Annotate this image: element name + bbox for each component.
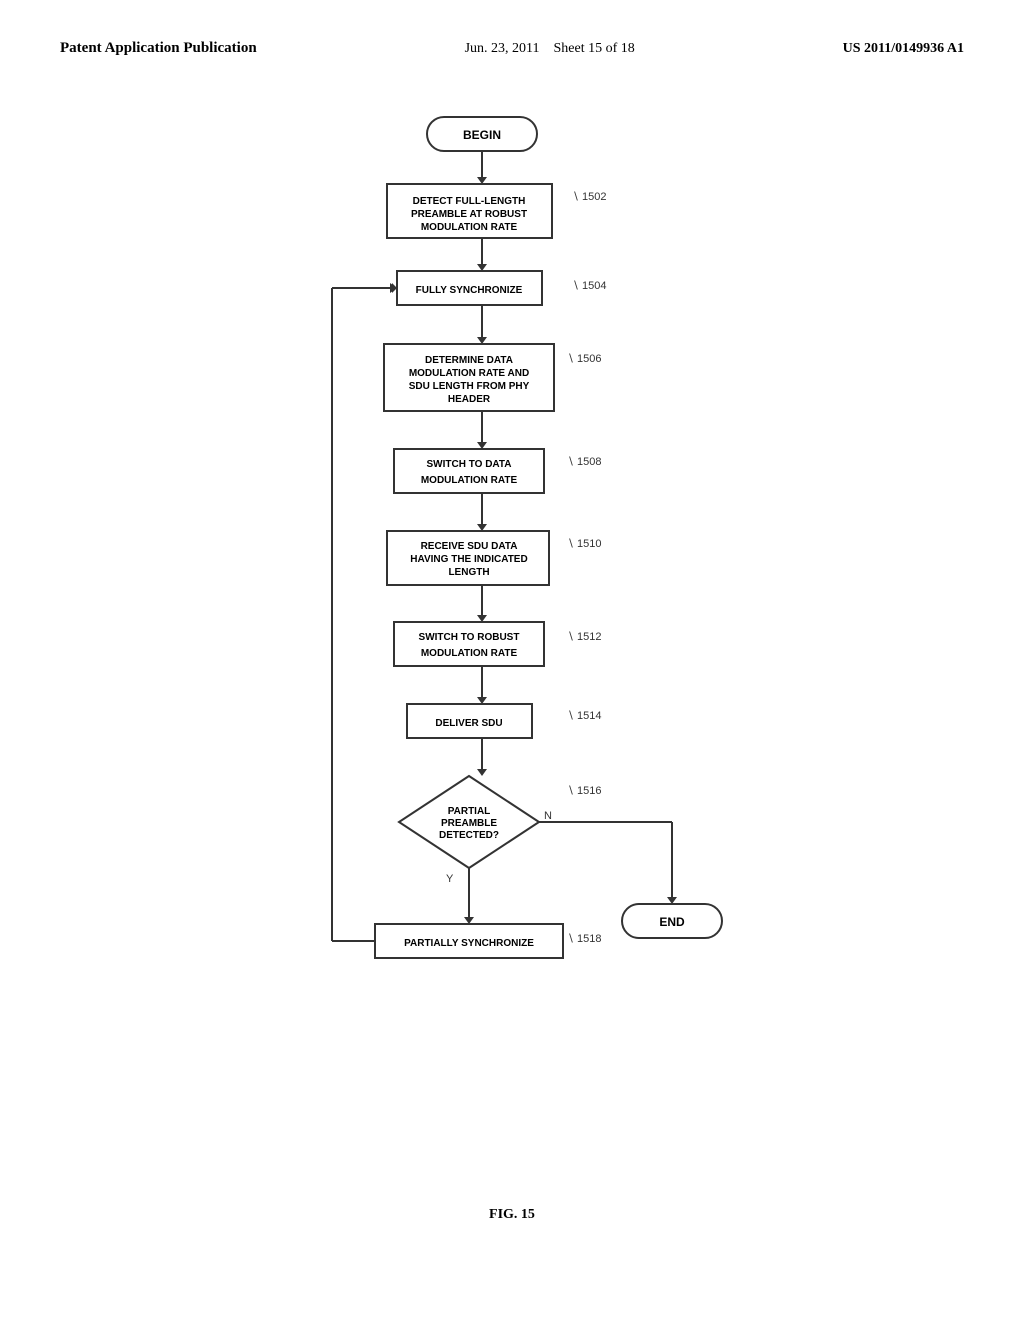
- svg-text:PREAMBLE: PREAMBLE: [441, 818, 497, 829]
- svg-text:MODULATION RATE: MODULATION RATE: [421, 475, 518, 486]
- svg-text:N: N: [544, 810, 552, 822]
- svg-text:∖ 1518: ∖ 1518: [567, 933, 602, 945]
- svg-text:∖ 1512: ∖ 1512: [567, 631, 602, 643]
- svg-text:HEADER: HEADER: [448, 394, 491, 405]
- svg-text:DELIVER SDU: DELIVER SDU: [435, 718, 502, 729]
- svg-text:HAVING THE INDICATED: HAVING THE INDICATED: [410, 554, 527, 565]
- svg-text:PARTIALLY SYNCHRONIZE: PARTIALLY SYNCHRONIZE: [404, 938, 534, 949]
- header-date: Jun. 23, 2011: [465, 41, 540, 56]
- flowchart-svg: BEGIN ∖ 1502 DETECT FULL-LENGTH PREAMBLE…: [232, 97, 792, 1177]
- svg-text:∖ 1508: ∖ 1508: [567, 456, 602, 468]
- svg-text:MODULATION RATE: MODULATION RATE: [421, 648, 518, 659]
- diagram-container: BEGIN ∖ 1502 DETECT FULL-LENGTH PREAMBLE…: [60, 97, 964, 1223]
- svg-text:DETECTED?: DETECTED?: [439, 830, 499, 841]
- svg-text:PARTIAL: PARTIAL: [448, 806, 491, 817]
- figure-caption: FIG. 15: [489, 1207, 535, 1223]
- header-sheet: Sheet 15 of 18: [554, 41, 635, 56]
- svg-text:PREAMBLE AT ROBUST: PREAMBLE AT ROBUST: [411, 209, 527, 220]
- svg-text:LENGTH: LENGTH: [448, 567, 489, 578]
- svg-text:DETERMINE DATA: DETERMINE DATA: [425, 355, 513, 366]
- header-date-sheet: Jun. 23, 2011 Sheet 15 of 18: [465, 41, 635, 57]
- svg-text:FULLY SYNCHRONIZE: FULLY SYNCHRONIZE: [416, 285, 523, 296]
- svg-text:∖ 1510: ∖ 1510: [567, 538, 602, 550]
- svg-text:∖ 1502: ∖ 1502: [572, 191, 607, 203]
- svg-text:SWITCH TO ROBUST: SWITCH TO ROBUST: [419, 632, 520, 643]
- svg-text:Y: Y: [446, 873, 454, 885]
- header-publication-title: Patent Application Publication: [60, 40, 257, 57]
- svg-text:BEGIN: BEGIN: [463, 128, 501, 142]
- svg-text:RECEIVE SDU DATA: RECEIVE SDU DATA: [421, 541, 518, 552]
- header-patent-number: US 2011/0149936 A1: [843, 41, 964, 57]
- svg-text:SDU LENGTH FROM PHY: SDU LENGTH FROM PHY: [409, 381, 530, 392]
- svg-text:MODULATION RATE AND: MODULATION RATE AND: [409, 368, 529, 379]
- svg-text:MODULATION RATE: MODULATION RATE: [421, 222, 518, 233]
- svg-text:SWITCH TO DATA: SWITCH TO DATA: [427, 459, 512, 470]
- svg-text:∖ 1514: ∖ 1514: [567, 710, 602, 722]
- svg-text:END: END: [659, 915, 685, 929]
- svg-text:∖ 1504: ∖ 1504: [572, 280, 607, 292]
- svg-text:∖ 1516: ∖ 1516: [567, 785, 602, 797]
- page-header: Patent Application Publication Jun. 23, …: [60, 40, 964, 57]
- svg-text:DETECT FULL-LENGTH: DETECT FULL-LENGTH: [413, 196, 526, 207]
- svg-text:∖ 1506: ∖ 1506: [567, 353, 602, 365]
- page: Patent Application Publication Jun. 23, …: [0, 0, 1024, 1320]
